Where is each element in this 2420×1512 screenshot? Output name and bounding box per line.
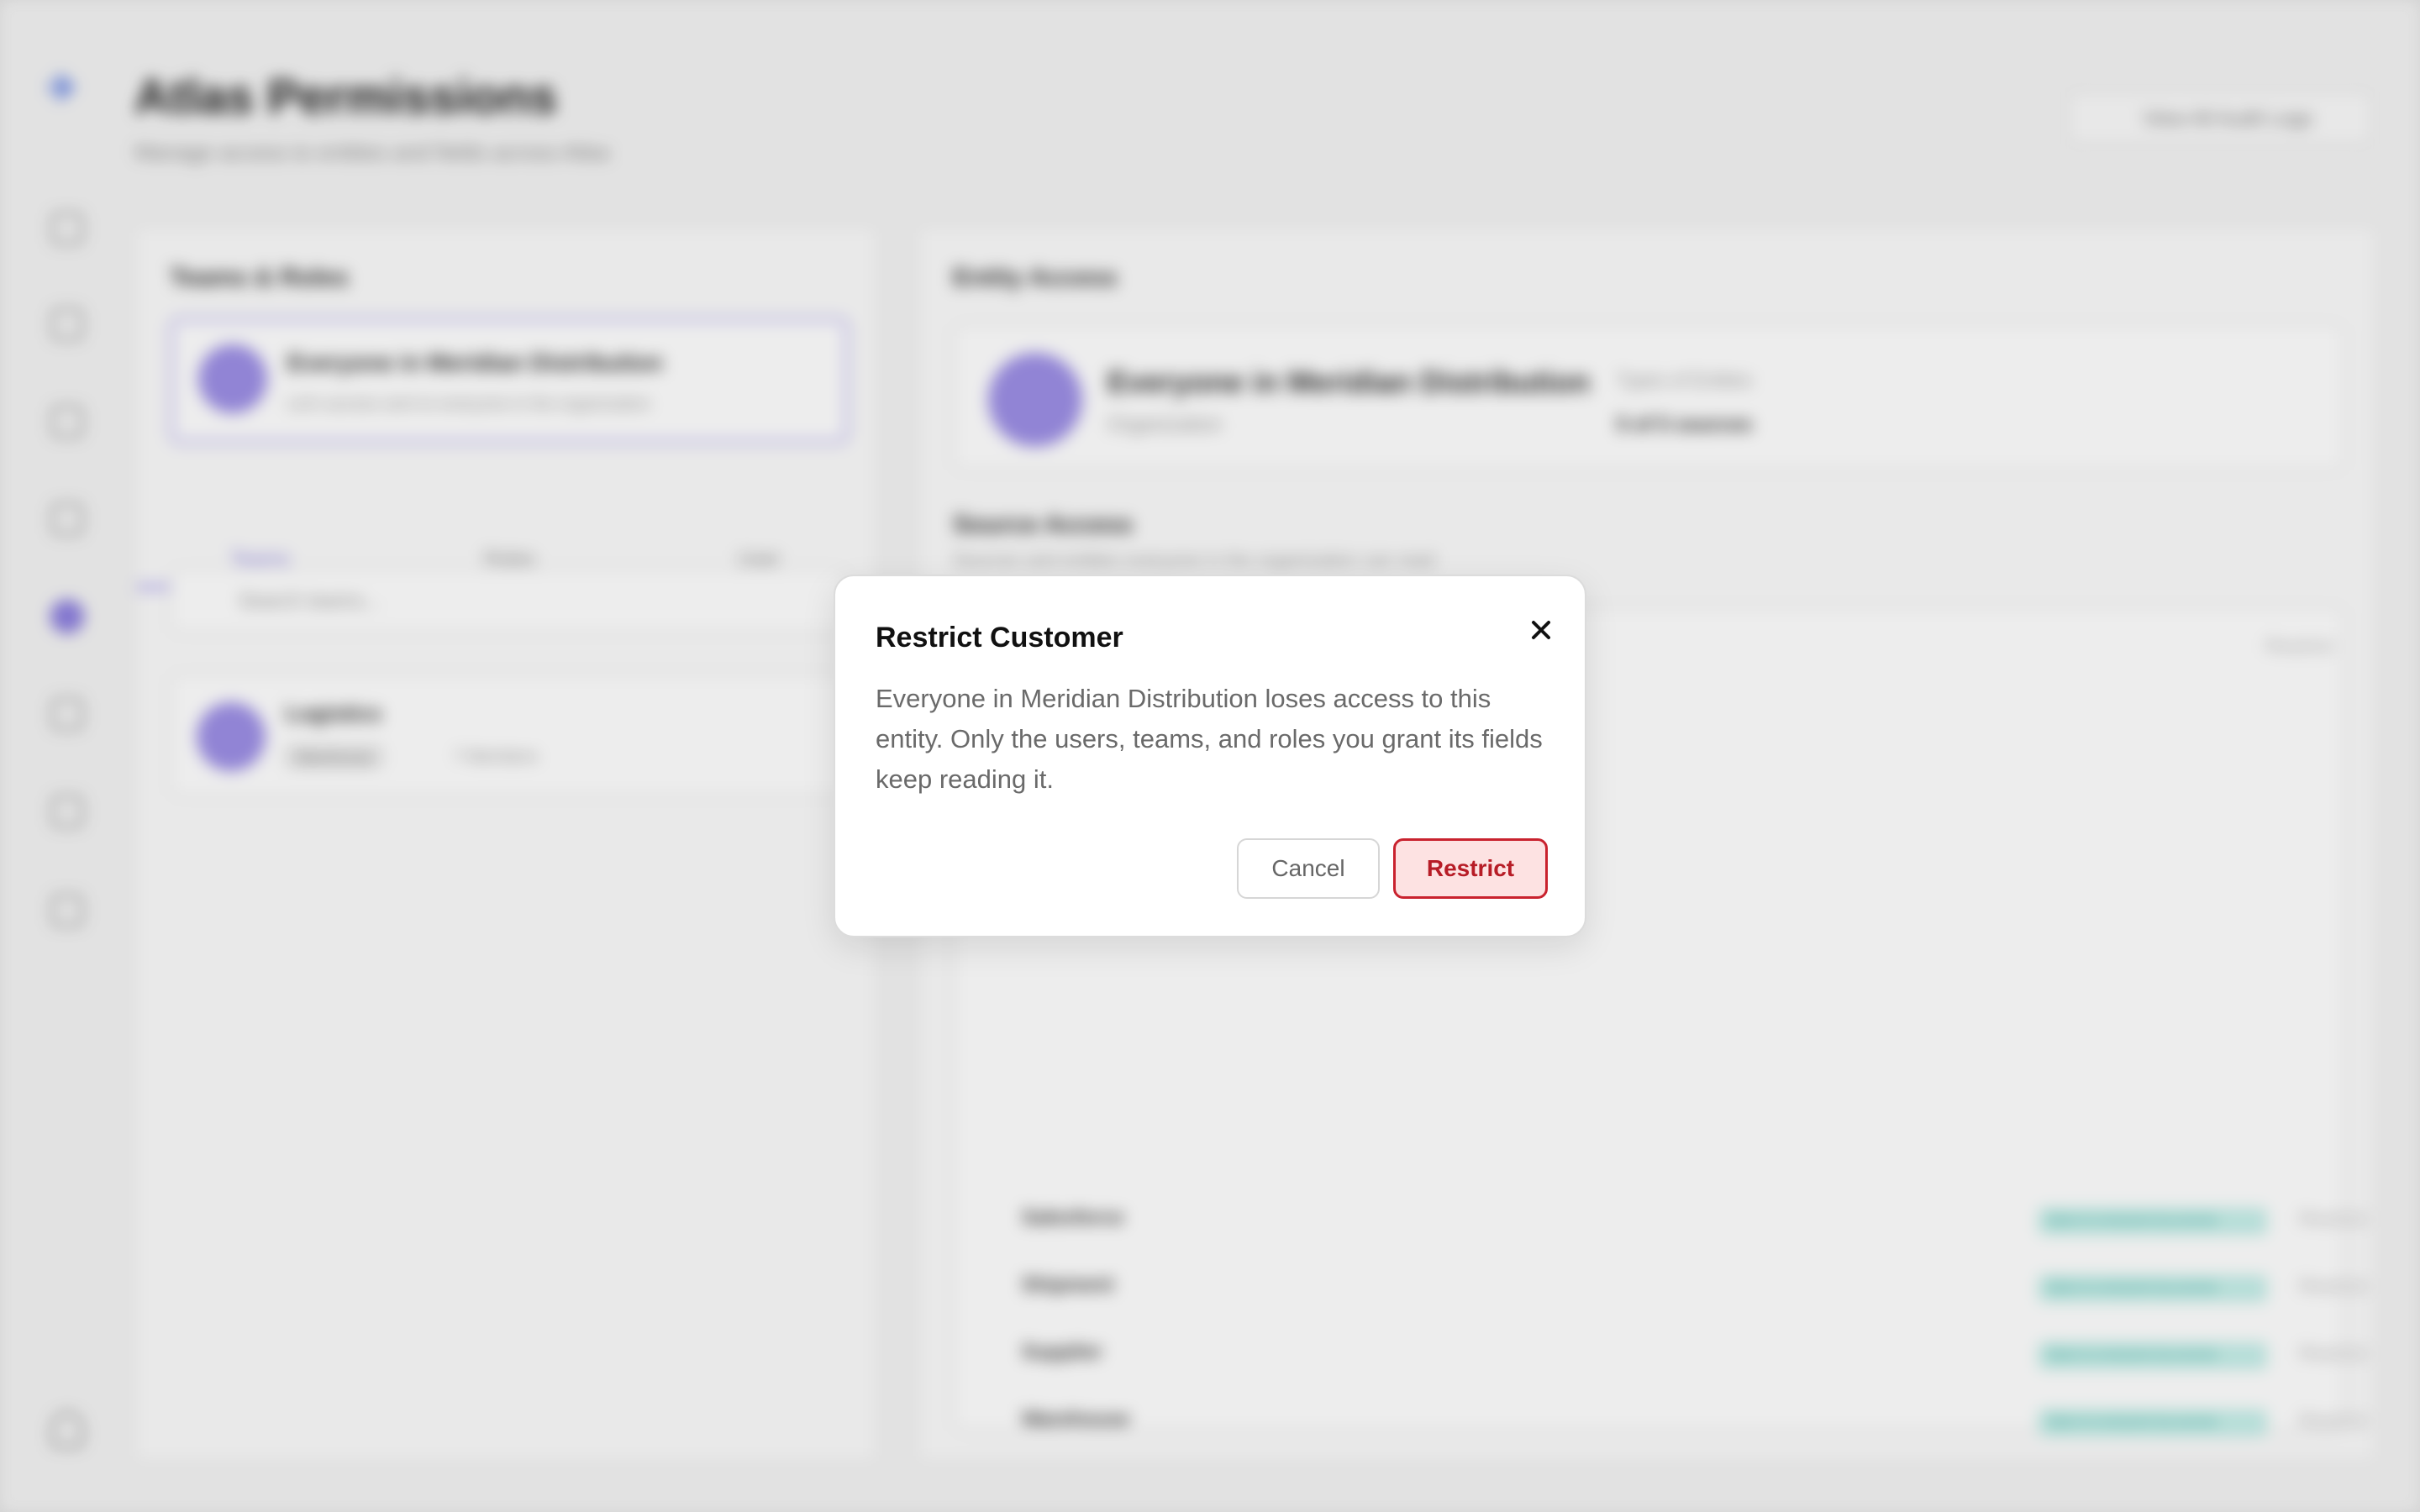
close-icon[interactable]: [1521, 610, 1561, 650]
restrict-button[interactable]: Restrict: [1393, 838, 1548, 899]
cancel-button[interactable]: Cancel: [1237, 838, 1380, 899]
restrict-dialog: Restrict Customer Everyone in Meridian D…: [834, 575, 1586, 937]
dialog-message: Everyone in Meridian Distribution loses …: [876, 684, 1543, 794]
dialog-title: Restrict Customer: [876, 622, 1123, 654]
